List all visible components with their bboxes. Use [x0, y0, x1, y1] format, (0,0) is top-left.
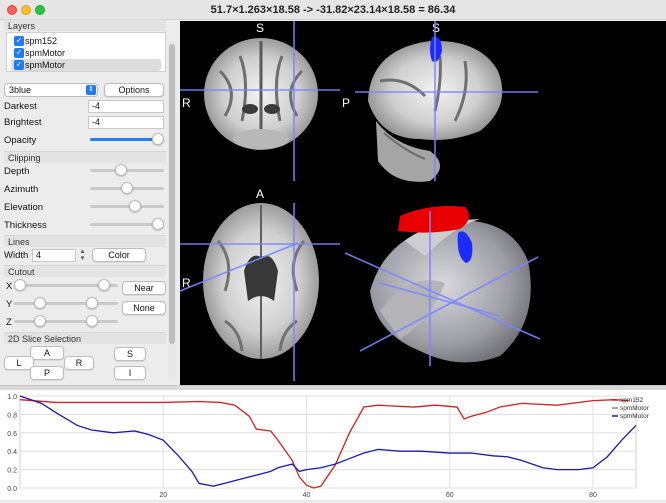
x-tick-label: 40: [303, 492, 311, 499]
options-button[interactable]: Options: [104, 83, 164, 97]
layers-list[interactable]: ✓ spm152 ✓ spmMotor ✓ spmMotor: [6, 32, 166, 72]
elevation-slider[interactable]: [90, 200, 164, 212]
scroll-thumb[interactable]: [169, 44, 175, 344]
colormap-select[interactable]: 3blue ⇕: [4, 83, 98, 97]
cutout-z-label: Z: [6, 317, 12, 328]
slice-selection-header: 2D Slice Selection: [4, 332, 166, 344]
updown-arrows-icon: ⇕: [86, 85, 96, 95]
sidebar-scrollbar[interactable]: [168, 42, 176, 377]
y-tick-label: 0.4: [7, 449, 17, 456]
plot-area: [19, 395, 637, 489]
slider-knob[interactable]: [152, 133, 164, 145]
axial-slice[interactable]: [203, 203, 319, 359]
thickness-label: Thickness: [4, 220, 47, 231]
lines-header: Lines: [4, 235, 166, 247]
brain-viewer[interactable]: S R S P A R: [180, 21, 666, 385]
slider-knob[interactable]: [14, 279, 26, 291]
checkbox-icon[interactable]: ✓: [14, 36, 24, 46]
slice-inferior-button[interactable]: I: [114, 366, 146, 380]
legend-entry: spm152: [620, 397, 644, 404]
colormap-value: 3blue: [9, 85, 32, 95]
elevation-label: Elevation: [4, 202, 44, 213]
y-tick-label: 0.6: [7, 431, 17, 438]
sidebar: Layers ✓ spm152 ✓ spmMotor ✓ spmMotor 3b…: [0, 19, 178, 385]
coronal-right-label: R: [182, 96, 191, 110]
brightest-field[interactable]: -4: [88, 116, 164, 129]
opacity-label: Opacity: [4, 135, 37, 146]
slider-knob[interactable]: [121, 182, 133, 194]
slider-knob[interactable]: [86, 315, 98, 327]
none-button[interactable]: None: [122, 301, 166, 315]
x-tick-label: 80: [589, 492, 597, 499]
darkest-field[interactable]: -4: [88, 100, 164, 113]
layer-name: spmMotor: [25, 60, 66, 70]
y-tick-label: 0.0: [7, 486, 17, 493]
cutout-header: Cutout: [4, 265, 166, 277]
legend-entry: spmMotor: [620, 413, 650, 420]
cutout-x-slider[interactable]: [14, 279, 118, 291]
slider-knob[interactable]: [34, 297, 46, 309]
coronal-slice[interactable]: [204, 38, 318, 150]
width-field[interactable]: 4: [32, 249, 76, 262]
coronal-top-label: S: [256, 21, 264, 35]
slider-knob[interactable]: [34, 315, 46, 327]
layer-item[interactable]: ✓ spm152: [11, 35, 161, 47]
window-title: 51.7×1.263×18.58 -> -31.82×23.14×18.58 =…: [210, 4, 456, 16]
clipping-header: Clipping: [4, 151, 166, 163]
title-bar: 51.7×1.263×18.58 -> -31.82×23.14×18.58 =…: [0, 0, 666, 20]
layer-name: spm152: [25, 36, 58, 46]
slider-knob[interactable]: [152, 218, 164, 230]
x-tick-label: 60: [446, 492, 454, 499]
depth-label: Depth: [4, 166, 30, 177]
app-window: 51.7×1.263×18.58 -> -31.82×23.14×18.58 =…: [0, 0, 666, 500]
cutout-y-slider[interactable]: [14, 297, 118, 309]
checkbox-icon[interactable]: ✓: [14, 48, 24, 58]
checkbox-icon[interactable]: ✓: [14, 60, 24, 70]
layer-item[interactable]: ✓ spmMotor: [11, 47, 161, 59]
sagittal-top-label: S: [432, 21, 440, 35]
y-tick-label: 1.0: [7, 394, 17, 401]
axial-top-label: A: [256, 187, 264, 201]
width-stepper[interactable]: ▴ ▾: [78, 248, 87, 263]
near-button[interactable]: Near: [122, 281, 166, 295]
intensity-profile-graph: 0.0 0.2 0.4 0.6 0.8 1.0 20 40 60 80 spm152 spmMotor…: [0, 390, 666, 500]
depth-slider[interactable]: [90, 164, 164, 176]
slice-superior-button[interactable]: S: [114, 347, 146, 361]
slider-knob[interactable]: [114, 164, 127, 176]
layer-name: spmMotor: [25, 48, 66, 58]
slice-right-button[interactable]: R: [64, 356, 94, 370]
azimuth-label: Azimuth: [4, 184, 39, 195]
line-color-button[interactable]: Color: [92, 248, 146, 262]
legend-entry: spmMotor: [620, 405, 650, 412]
y-tick-label: 0.8: [7, 412, 17, 419]
slider-knob[interactable]: [86, 297, 98, 309]
slice-anterior-button[interactable]: A: [30, 346, 64, 360]
render-3d[interactable]: [370, 206, 531, 363]
azimuth-slider[interactable]: [90, 182, 164, 194]
cutout-y-label: Y: [6, 299, 13, 310]
thickness-slider[interactable]: [90, 218, 164, 230]
opacity-slider[interactable]: [90, 133, 164, 145]
cutout-z-slider[interactable]: [14, 315, 118, 327]
brightest-label: Brightest: [4, 117, 42, 128]
width-label: Width: [4, 250, 29, 261]
cutout-x-label: X: [6, 281, 13, 292]
x-tick-label: 20: [159, 492, 167, 499]
slider-knob[interactable]: [129, 200, 142, 212]
slice-posterior-button[interactable]: P: [30, 366, 64, 380]
layers-header: Layers: [4, 19, 166, 31]
darkest-label: Darkest: [4, 101, 37, 112]
y-tick-label: 0.2: [7, 468, 17, 475]
sagittal-left-label: P: [342, 96, 350, 110]
slider-knob[interactable]: [98, 279, 110, 291]
layer-item-selected[interactable]: ✓ spmMotor: [11, 59, 161, 71]
